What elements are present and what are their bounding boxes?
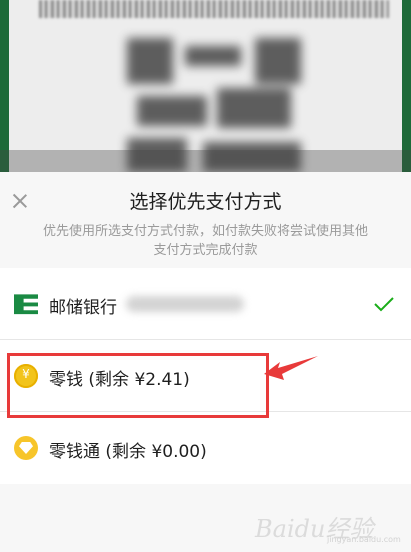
payment-option-balance-plus[interactable]: 零钱通 (剩余 ¥0.00) [0, 412, 411, 484]
barcode [39, 0, 389, 18]
watermark: Baidu经验 jingyan.baidu.com [255, 505, 405, 545]
payment-option-label: 邮储银行 [49, 298, 117, 318]
payment-code-card [9, 0, 402, 172]
sheet-subtitle: 优先使用所选支付方式付款，如付款失败将尝试使用其他支付方式完成付款 [42, 224, 368, 258]
overlay-dim [0, 150, 411, 172]
payment-option-bank[interactable]: 邮储银行 [0, 268, 411, 340]
watermark-url: jingyan.baidu.com [327, 535, 401, 544]
annotation-arrow [264, 356, 318, 380]
checkmark-icon [374, 297, 394, 312]
sheet-title: 选择优先支付方式 [129, 191, 282, 213]
bank-logo-icon [14, 294, 38, 315]
annotation-highlight-box [7, 353, 269, 418]
payment-option-label: 零钱通 (剩余 ¥0.00) [49, 442, 207, 462]
diamond-icon [14, 436, 38, 460]
masked-card-number [126, 296, 244, 312]
background-payment-code [0, 0, 411, 172]
sheet-header: 选择优先支付方式 优先使用所选支付方式付款，如付款失败将尝试使用其他支付方式完成… [0, 172, 411, 268]
